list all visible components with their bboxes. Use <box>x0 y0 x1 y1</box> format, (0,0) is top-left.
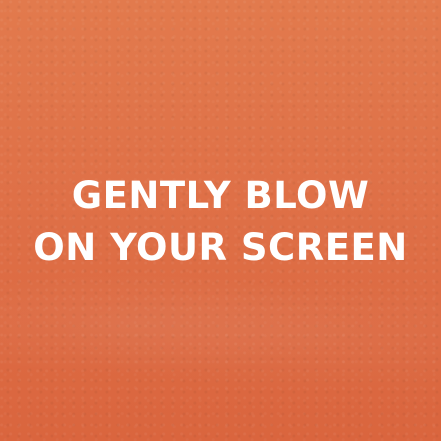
instruction-text: GENTLY BLOW ON YOUR SCREEN <box>0 170 441 274</box>
instruction-line-1: GENTLY BLOW <box>71 174 370 217</box>
background-haze <box>0 270 441 390</box>
instruction-line-2: ON YOUR SCREEN <box>33 226 408 269</box>
